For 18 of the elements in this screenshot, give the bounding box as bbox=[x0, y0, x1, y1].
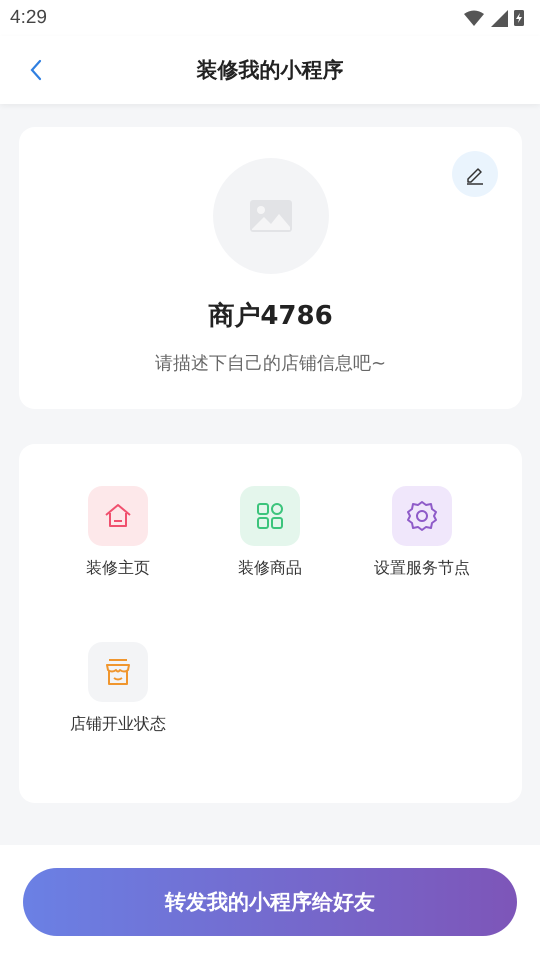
edit-button[interactable] bbox=[452, 151, 498, 197]
status-time: 4:29 bbox=[10, 7, 47, 29]
battery-icon bbox=[514, 10, 524, 26]
shop-description: 请描述下自己的店铺信息吧~ bbox=[154, 352, 386, 375]
signal-icon bbox=[491, 10, 508, 26]
menu-label: 装修主页 bbox=[86, 558, 150, 579]
wifi-icon bbox=[463, 10, 485, 26]
share-button[interactable]: 转发我的小程序给好友 bbox=[23, 868, 517, 936]
menu-label: 店铺开业状态 bbox=[70, 714, 166, 735]
menu-icon-tile[interactable] bbox=[240, 486, 300, 546]
menu-label: 装修商品 bbox=[238, 558, 302, 579]
menu-icon-tile[interactable] bbox=[88, 642, 148, 702]
page-title: 装修我的小程序 bbox=[196, 57, 344, 84]
back-icon[interactable] bbox=[29, 59, 43, 81]
shop-name: 商户4786 bbox=[208, 300, 333, 333]
menu-icon-tile[interactable] bbox=[392, 486, 452, 546]
menu-label: 设置服务节点 bbox=[374, 558, 470, 579]
menu-icon-tile[interactable] bbox=[88, 486, 148, 546]
